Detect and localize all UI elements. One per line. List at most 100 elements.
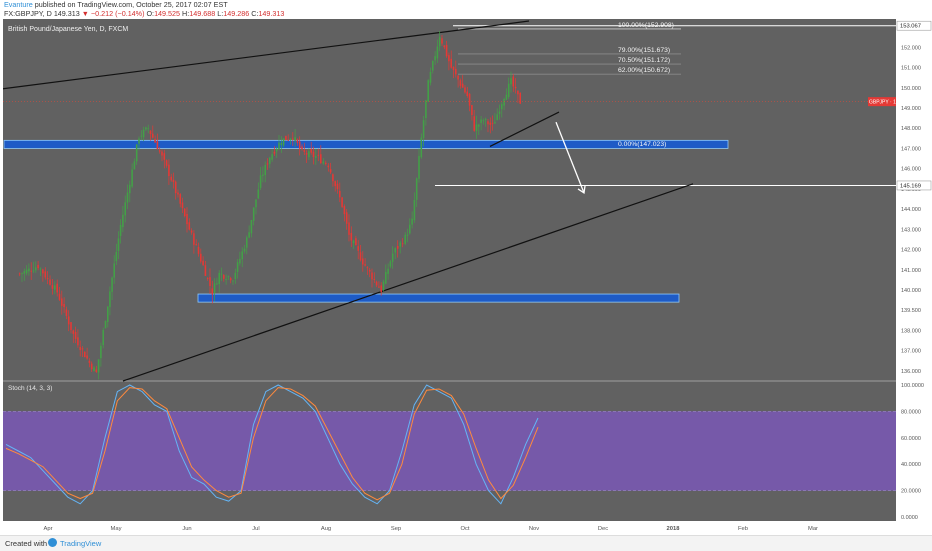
candle-body (46, 277, 49, 279)
candle-body (355, 238, 357, 246)
chart-header: Evanture published on TradingView.com, O… (0, 0, 932, 19)
candle-body (382, 281, 385, 291)
candle-body (517, 90, 519, 95)
candle-body (252, 207, 255, 221)
candle-body (296, 139, 299, 143)
candle-body (452, 66, 455, 71)
publish-info: published on TradingView.com, October 25… (34, 0, 228, 9)
candle-body (308, 151, 310, 158)
candle-body (401, 243, 404, 245)
candle-body (259, 175, 262, 188)
price-tick-label: 146.000 (901, 167, 921, 173)
candle-body (257, 189, 260, 199)
candle-body (223, 275, 225, 279)
open-value: 149.525 (154, 9, 181, 18)
candle-body (445, 44, 448, 57)
fib-label: 70.50%(151.172) (618, 57, 670, 64)
candle-body (271, 154, 273, 160)
candle-body (21, 273, 23, 275)
candle-body (149, 130, 152, 134)
candle-body (84, 351, 86, 358)
time-axis-canvas: Apr May Jun Jul Aug Sep Oct Nov Dec 2018 Feb Mar (43, 526, 818, 532)
candle-body (399, 242, 401, 247)
candle-body (204, 265, 207, 276)
candle-body (216, 283, 218, 285)
candle-body (425, 100, 427, 119)
candle-body (436, 46, 439, 59)
candle-body (30, 270, 32, 272)
candle-body (448, 55, 450, 62)
candle-body (373, 279, 376, 281)
candle-body (117, 238, 120, 251)
candle-body (466, 91, 469, 97)
candle-body (510, 78, 512, 85)
candle-body (250, 219, 253, 234)
candle-body (35, 267, 37, 271)
candle-body (266, 163, 269, 165)
price-axis[interactable]: 136.000 137.000 138.000 139.500 140.000 141.0… (896, 19, 932, 525)
candle-body (147, 128, 149, 130)
candle-body (359, 252, 362, 261)
candle-body (25, 269, 28, 274)
candle-body (507, 83, 510, 97)
time-tick-label: Aug (321, 526, 331, 532)
candle-body (364, 264, 366, 266)
candle-body (350, 232, 353, 241)
candle-body (188, 222, 191, 230)
price-tick-label: 148.000 (901, 126, 921, 132)
tradingview-link[interactable]: TradingView (60, 539, 101, 548)
price-tick-label: 142.000 (901, 248, 921, 254)
time-axis[interactable]: Apr May Jun Jul Aug Sep Oct Nov Dec 2018 Feb Mar (0, 521, 932, 535)
candle-body (332, 174, 334, 182)
candle-body (292, 138, 294, 140)
author-link[interactable]: Evanture (4, 0, 33, 9)
time-tick-label: Dec (598, 526, 608, 532)
candle-body (409, 224, 411, 234)
candle-body (81, 348, 84, 350)
candle-body (298, 141, 301, 149)
candle-body (348, 222, 350, 235)
candle-body (156, 141, 159, 150)
candle-body (232, 280, 234, 282)
candle-body (124, 202, 126, 216)
candle-body (90, 363, 93, 370)
candle-body (310, 148, 312, 153)
price-tick-label: 137.000 (901, 349, 921, 355)
candle-body (86, 355, 88, 359)
time-tick-label: Jul (252, 526, 259, 532)
candle-body (18, 273, 21, 275)
candle-body (56, 283, 58, 293)
candle-body (450, 58, 452, 68)
candle-body (468, 93, 471, 106)
candle-body (42, 269, 44, 274)
fib-label: 62.00%(150.672) (618, 67, 670, 74)
candle-body (174, 181, 177, 194)
last-price: 149.313 (53, 9, 80, 18)
candle-body (389, 261, 392, 267)
candle-body (371, 272, 373, 280)
candle-body (438, 37, 441, 47)
candle-body (413, 200, 416, 221)
candle-body (181, 202, 184, 209)
price-axis-canvas: 136.000 137.000 138.000 139.500 140.000 141.0… (896, 20, 932, 521)
candle-body (480, 119, 482, 124)
publish-line: Evanture published on TradingView.com, O… (4, 0, 228, 9)
close-value: 149.313 (258, 9, 285, 18)
candle-body (183, 208, 186, 217)
candle-body (236, 262, 239, 272)
level-tag-label: 153.067 (900, 24, 921, 30)
price-tick-label: 149.000 (901, 106, 921, 112)
stoch-tick-label: 100.0000 (901, 383, 924, 389)
price-tag-label: GBPJPY · 149.313 (869, 100, 896, 106)
candle-body (343, 206, 346, 215)
candle-body (93, 367, 95, 372)
projection-arrow-shaft (555, 121, 585, 194)
candle-body (322, 161, 325, 164)
candle-body (195, 244, 197, 246)
candle-body (218, 272, 220, 285)
chart-plot-area[interactable]: 100.00%(152.908) 79.00%(151.673) 70.50%(15… (3, 19, 896, 525)
candle-body (262, 174, 264, 176)
chart-canvas[interactable]: 100.00%(152.908) 79.00%(151.673) 70.50%(15… (3, 19, 896, 525)
candle-body (329, 169, 332, 173)
candle-body (411, 218, 413, 225)
